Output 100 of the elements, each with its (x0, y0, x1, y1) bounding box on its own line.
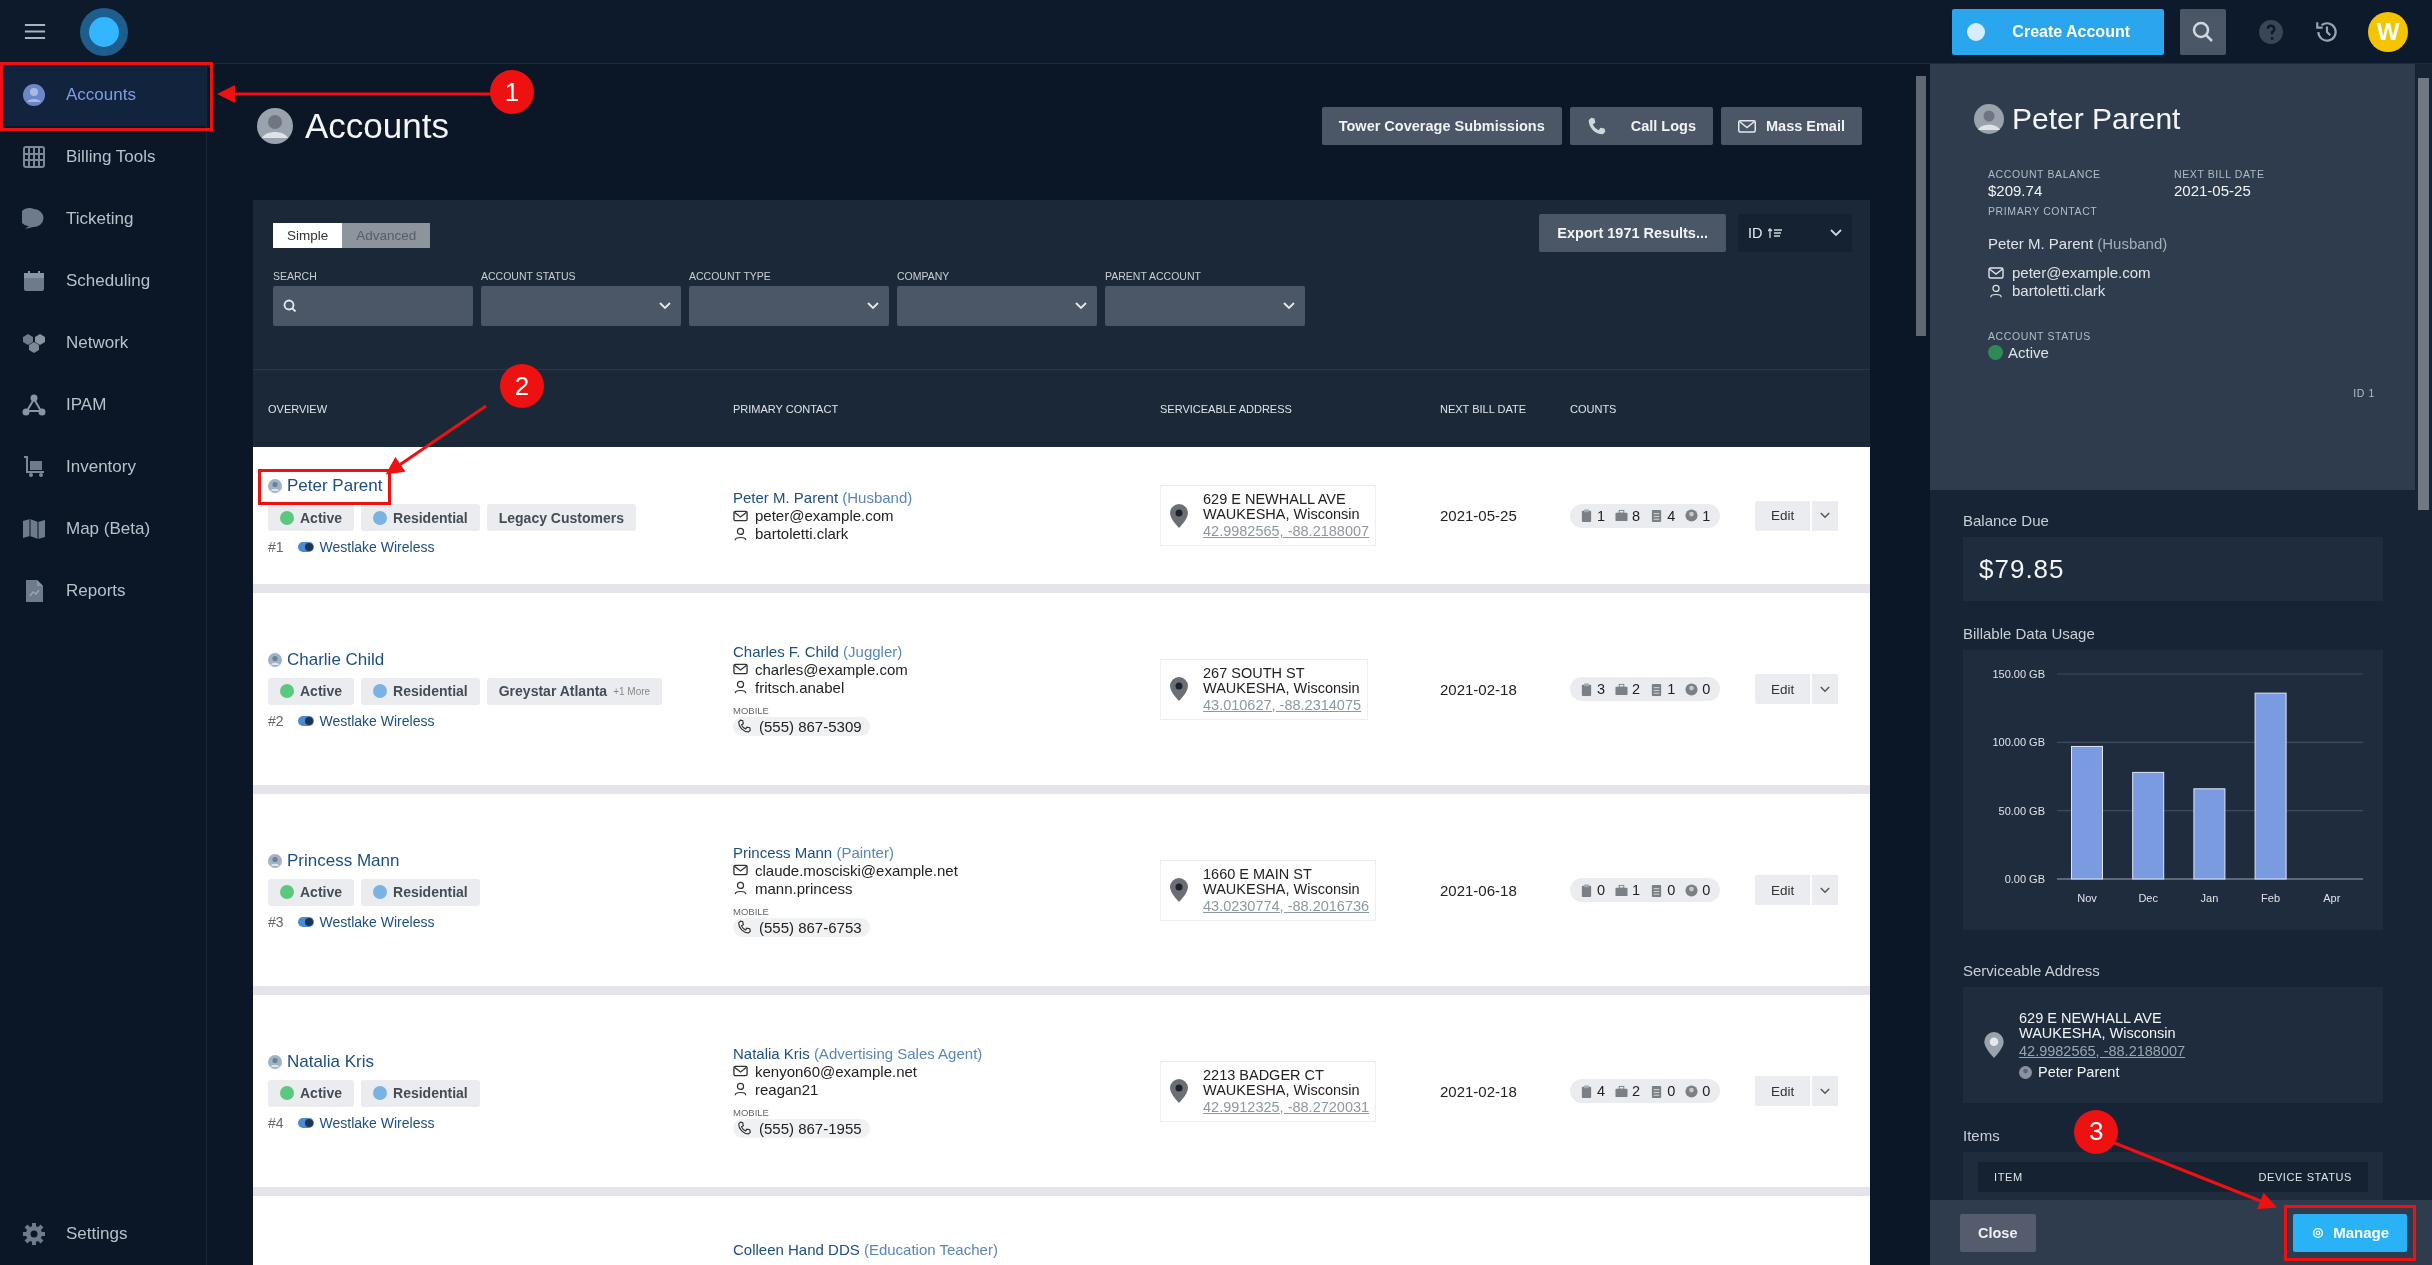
scrollbar[interactable] (2418, 78, 2429, 510)
page-title: Accounts (305, 106, 449, 146)
tower-coverage-button[interactable]: Tower Coverage Submissions (1321, 107, 1562, 145)
briefcase-icon (1615, 883, 1629, 897)
nav-item[interactable]: Ticketing (0, 188, 206, 250)
count-value: 4 (1597, 1083, 1606, 1099)
contact-link[interactable]: Colleen Hand DDS (733, 1241, 860, 1258)
mode-tab[interactable]: Simple (273, 222, 343, 248)
menu-icon[interactable] (24, 23, 46, 40)
company-link[interactable]: Westlake Wireless (319, 539, 435, 555)
contact-email: peter@example.com (2012, 264, 2151, 282)
map-pin-icon (1169, 676, 1189, 702)
envelope-icon (733, 508, 748, 523)
dropdown-button[interactable] (1812, 674, 1839, 704)
bill-date: 2021-02-18 (1440, 680, 1517, 698)
nav-item[interactable]: Settings (0, 1205, 206, 1263)
nav-item[interactable]: Inventory (0, 436, 206, 498)
caret-icon (1820, 1087, 1831, 1095)
contact-username: reagan21 (755, 1080, 819, 1098)
field-label: ACCOUNT TYPE (689, 270, 772, 282)
chevron-down-icon (867, 302, 879, 310)
phone-number[interactable]: (555) 867-1955 (733, 1118, 870, 1138)
clipboard-icon (1580, 883, 1593, 897)
edit-button[interactable]: Edit (1755, 1076, 1811, 1106)
count-value: 0 (1702, 681, 1711, 697)
contact-link[interactable]: Charles F. Child (733, 642, 839, 660)
account-link[interactable]: Charlie Child (268, 649, 385, 670)
column-header: DEVICE STATUS (2258, 1171, 2352, 1183)
user-icon (1988, 284, 2004, 298)
phone-icon (1586, 116, 1607, 136)
abacus-icon (22, 145, 46, 169)
edit-button[interactable]: Edit (1755, 875, 1811, 905)
call-logs-button[interactable]: Call Logs (1569, 107, 1713, 145)
contact-username: fritsch.anabel (755, 678, 845, 696)
phone-number[interactable]: (555) 867-5309 (733, 716, 870, 736)
search-button[interactable] (2180, 8, 2226, 55)
nav-item[interactable]: Network (0, 312, 206, 374)
axis-category-label: Jan (2200, 892, 2219, 904)
contact-link[interactable]: Peter M. Parent (733, 489, 839, 506)
select-field[interactable] (1105, 286, 1305, 326)
account-link[interactable]: Natalia Kris (268, 1051, 374, 1072)
contact-name: Peter M. Parent (1988, 235, 2094, 252)
sort-dropdown[interactable]: ID (1738, 214, 1852, 252)
nav-item[interactable]: Map (Beta) (0, 498, 206, 560)
cart-icon (22, 455, 46, 479)
search-icon (2191, 19, 2215, 44)
tag-label: Active (300, 884, 343, 900)
nav-item[interactable]: Reports (0, 560, 206, 622)
dropdown-button[interactable] (1812, 1076, 1839, 1106)
phone-number[interactable]: (555) 867-6753 (733, 917, 870, 937)
edit-button[interactable]: Edit (1755, 500, 1811, 531)
nav-item[interactable]: Scheduling (0, 250, 206, 312)
person-icon (268, 479, 282, 493)
count-value: 8 (1632, 507, 1641, 524)
edit-button[interactable]: Edit (1755, 674, 1811, 704)
account-link[interactable]: Peter Parent (268, 476, 383, 496)
dropdown-button[interactable] (1812, 875, 1839, 905)
user-icon (733, 881, 748, 895)
caret-icon (1820, 685, 1831, 693)
notepad-icon (1650, 1084, 1664, 1098)
account-link[interactable]: Princess Mann (268, 850, 400, 871)
tag-label: Residential (393, 884, 468, 900)
select-field[interactable] (897, 286, 1097, 326)
tag-label: Active (300, 1085, 343, 1101)
search-field[interactable] (273, 286, 473, 326)
coordinates-link[interactable]: 42.9982565, -88.2188007 (2019, 1043, 2186, 1059)
count-value: 2 (1632, 681, 1641, 697)
company-link[interactable]: Westlake Wireless (319, 712, 435, 729)
select-field[interactable] (689, 286, 889, 326)
contact-link[interactable]: Princess Mann (733, 843, 833, 861)
mass-email-button[interactable]: Mass Email (1721, 107, 1862, 145)
briefcase-icon (1615, 509, 1629, 522)
toggle-icon (297, 916, 314, 927)
account-number: #2 (268, 712, 284, 729)
person-icon (1974, 104, 2004, 134)
nav-item[interactable]: Accounts (0, 64, 206, 126)
scrollbar[interactable] (1916, 76, 1926, 336)
company-link[interactable]: Westlake Wireless (319, 1114, 435, 1131)
status-label: Active (2008, 344, 2049, 361)
export-button[interactable]: Export 1971 Results... (1539, 214, 1726, 252)
company-link[interactable]: Westlake Wireless (319, 913, 435, 930)
close-button[interactable]: Close (1960, 1213, 2036, 1252)
settings-icon (22, 1222, 46, 1246)
select-field[interactable] (481, 286, 681, 326)
address-line: WAUKESHA, Wisconsin (1203, 507, 1361, 522)
nav-item[interactable]: IPAM (0, 374, 206, 436)
user-icon (733, 1082, 748, 1096)
contact-link[interactable]: Natalia Kris (733, 1044, 810, 1062)
briefcase-icon (1615, 682, 1629, 696)
field-label: COMPANY (897, 270, 951, 282)
section-title: Billable Data Usage (1963, 625, 2095, 642)
address-line: WAUKESHA, Wisconsin (1203, 1082, 1361, 1098)
dropdown-button[interactable] (1812, 500, 1839, 531)
nav-item[interactable]: Billing Tools (0, 126, 206, 188)
contact-username: bartoletti.clark (2012, 282, 2106, 300)
address-line: 629 E NEWHALL AVE (2019, 1010, 2163, 1026)
address-line: 1660 E MAIN ST (1203, 866, 1313, 882)
axis-category-label: Apr (2323, 892, 2341, 904)
logo-icon[interactable] (80, 7, 128, 56)
help-icon[interactable] (2258, 18, 2284, 45)
